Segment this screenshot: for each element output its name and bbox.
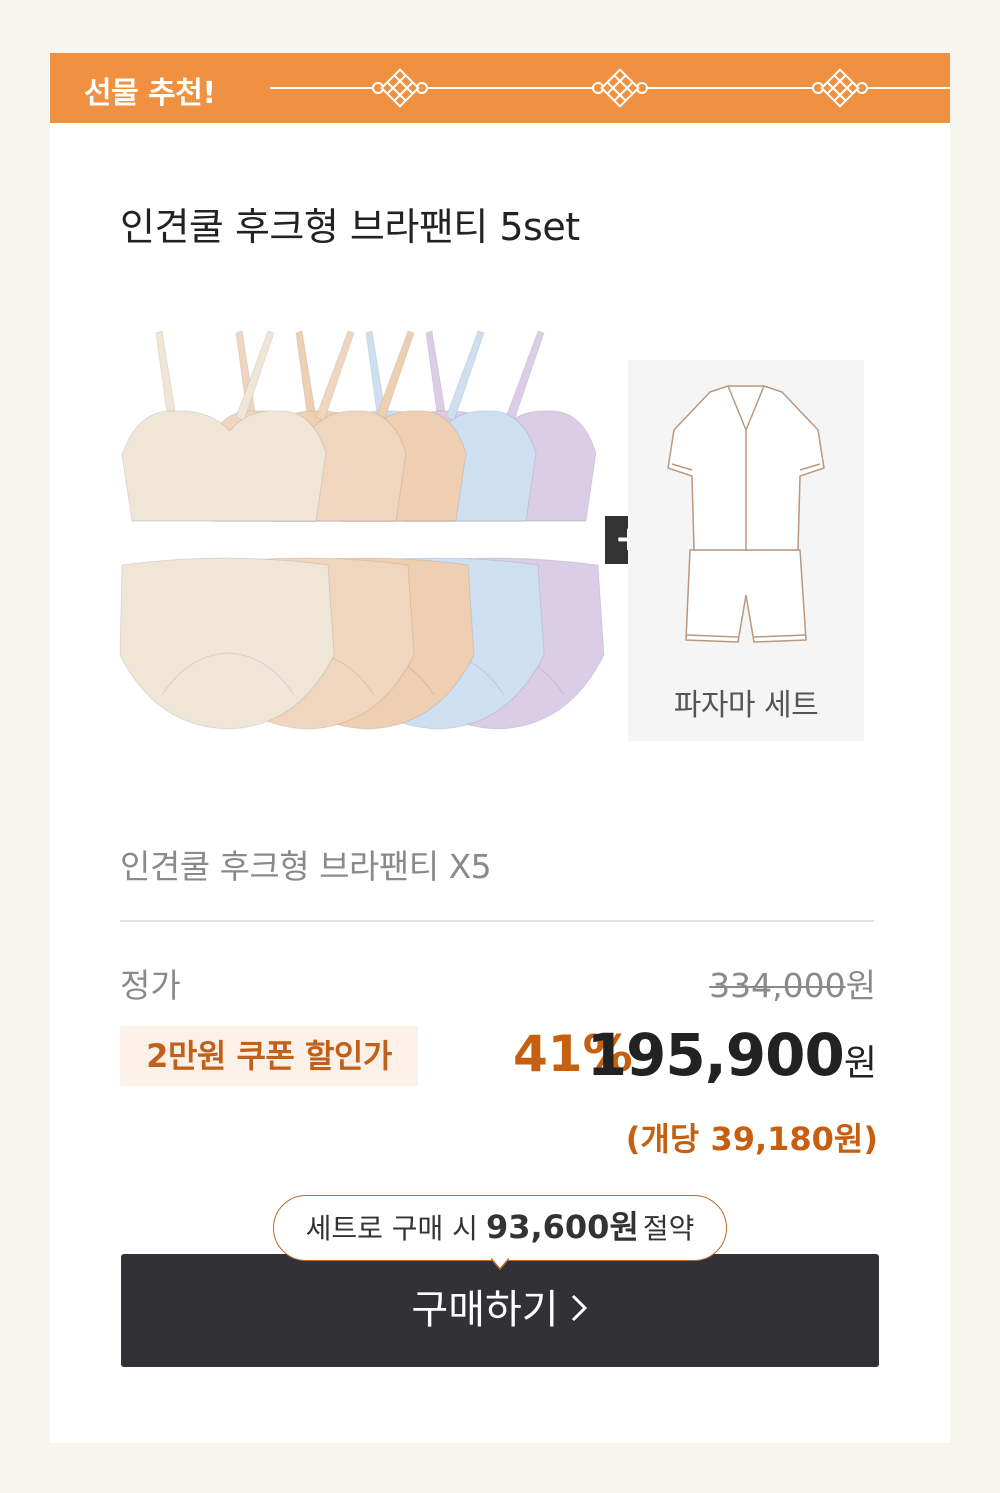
chevron-right-icon [571,1294,587,1322]
per-unit-price: (개당 39,180원) [625,1120,878,1158]
gift-banner: 선물 추천! [50,53,950,123]
pajama-set-addon: 파자마 세트 [628,360,864,741]
bra-panty-set-image [119,330,605,730]
buy-button-label: 구매하기 [411,1287,559,1333]
bubble-tail [491,1258,509,1270]
bra-item [121,330,327,522]
sale-price: 195,900원 [586,1021,877,1089]
savings-prefix: 세트로 구매 시 [305,1212,478,1245]
savings-amount: 93,600원 [485,1208,639,1246]
sale-price-currency: 원 [843,1043,877,1084]
gift-recommendation-card: 선물 추천! 인견쿨 후크형 브라팬티 5set 파자마 세트 인견쿨 후크형 … [50,53,950,1443]
product-title: 인견쿨 후크형 브라팬티 5set [120,205,580,249]
coupon-badge: 2만원 쿠폰 할인가 [120,1026,418,1086]
list-price-currency: 원 [845,966,876,1005]
savings-bubble: 세트로 구매 시 93,600원 절약 [273,1195,727,1261]
pajama-image [667,385,825,643]
list-price: 334,000원 [709,959,876,1007]
list-price-label: 정가 [120,966,181,1005]
addon-label: 파자마 세트 [673,688,819,723]
divider [120,920,874,922]
buy-button[interactable]: 구매하기 [121,1254,879,1367]
list-price-value: 334,000 [709,966,846,1005]
savings-suffix: 절약 [642,1212,695,1245]
bundle-items-line: 인견쿨 후크형 브라팬티 X5 [120,847,492,886]
banner-title: 선물 추천! [84,76,216,111]
sale-price-value: 195,900 [586,1021,845,1089]
knot-ornament-icon [270,68,950,108]
